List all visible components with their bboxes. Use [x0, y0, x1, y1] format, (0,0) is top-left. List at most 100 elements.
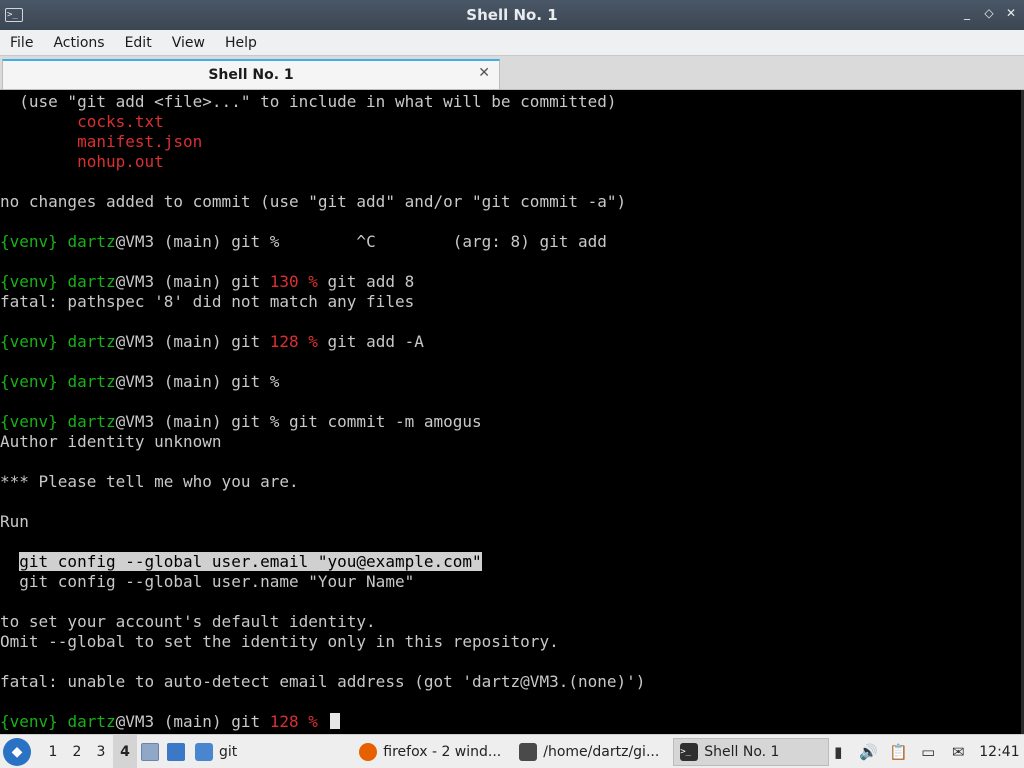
terminal-text: 128 %: [269, 712, 318, 731]
terminal-text: git config --global user.email "you@exam…: [19, 552, 482, 571]
terminal-text: 130 %: [269, 272, 318, 291]
terminal-text: dartz: [67, 332, 116, 351]
terminal-line: {venv} dartz@VM3 (main) git % ^C (arg: 8…: [0, 232, 1021, 252]
window-titlebar: >_ Shell No. 1 _ ◇ ✕: [0, 0, 1024, 30]
media-icon[interactable]: ▮: [829, 743, 847, 761]
menu-bar: File Actions Edit View Help: [0, 30, 1024, 56]
terminal-text: @VM3 (main) git: [115, 272, 270, 291]
terminal-line: {venv} dartz@VM3 (main) git % git commit…: [0, 412, 1021, 432]
task-shell-label: Shell No. 1: [704, 743, 780, 760]
terminal-line: Omit --global to set the identity only i…: [0, 632, 1021, 652]
terminal-line: Run: [0, 512, 1021, 532]
terminal-text: 128 %: [269, 332, 318, 351]
terminal-line: manifest.json: [0, 132, 1021, 152]
terminal-text: cocks.txt: [77, 112, 164, 131]
terminal-text: dartz: [67, 372, 116, 391]
folder-icon: [195, 742, 213, 761]
terminal-line: to set your account's default identity.: [0, 612, 1021, 632]
menu-actions[interactable]: Actions: [43, 35, 114, 51]
desktop-icon[interactable]: [167, 742, 185, 761]
editor-icon: [519, 742, 538, 761]
terminal-line: Author identity unknown: [0, 432, 1021, 452]
quick-folder-git[interactable]: git: [189, 738, 243, 766]
terminal-line: {venv} dartz@VM3 (main) git 128 %: [0, 712, 1021, 732]
terminal-text: {venv}: [0, 332, 68, 351]
menu-view[interactable]: View: [162, 35, 215, 51]
terminal-line: fatal: unable to auto-detect email addre…: [0, 672, 1021, 692]
menu-edit[interactable]: Edit: [115, 35, 162, 51]
clock: 12:41: [979, 743, 1020, 760]
terminal-text: {venv}: [0, 232, 68, 251]
file-manager-icon[interactable]: [141, 742, 159, 761]
terminal-text: {venv}: [0, 372, 68, 391]
terminal-text: fatal: pathspec '8' did not match any fi…: [0, 292, 415, 311]
start-menu-icon[interactable]: ◆: [3, 737, 31, 766]
terminal-text: dartz: [67, 712, 116, 731]
terminal-text: @VM3 (main) git: [115, 712, 270, 731]
terminal-text: dartz: [67, 272, 116, 291]
tab-shell-1[interactable]: Shell No. 1 ✕: [2, 59, 500, 89]
window-title: Shell No. 1: [466, 6, 558, 24]
terminal-text: @VM3 (main) git % git commit -m amogus: [115, 412, 482, 431]
terminal-text: {venv}: [0, 712, 68, 731]
terminal-text: *** Please tell me who you are.: [0, 472, 299, 491]
terminal-text: git config --global user.name "Your Name…: [0, 572, 415, 591]
terminal-line: {venv} dartz@VM3 (main) git 130 % git ad…: [0, 272, 1021, 292]
terminal-text: no changes added to commit (use "git add…: [0, 192, 627, 211]
close-window-button[interactable]: ✕: [1004, 6, 1018, 20]
terminal-text: Run: [0, 512, 29, 531]
network-icon[interactable]: ▭: [919, 743, 937, 761]
terminal-text: git add 8: [317, 272, 415, 291]
terminal-text: (use "git add <file>..." to include in w…: [0, 92, 617, 111]
terminal-text: {venv}: [0, 412, 68, 431]
task-editor[interactable]: /home/dartz/gi...: [513, 738, 669, 766]
menu-help[interactable]: Help: [215, 35, 267, 51]
task-shell[interactable]: >_ Shell No. 1: [673, 737, 830, 766]
terminal-line: {venv} dartz@VM3 (main) git 128 % git ad…: [0, 332, 1021, 352]
terminal-line: {venv} dartz@VM3 (main) git %: [0, 372, 1021, 392]
tab-bar: Shell No. 1 ✕: [0, 56, 1024, 90]
clipboard-icon[interactable]: 📋: [889, 743, 908, 761]
workspace-4[interactable]: 4: [113, 735, 137, 768]
terminal-text: Omit --global to set the identity only i…: [0, 632, 559, 651]
terminal-text: git add -A: [317, 332, 424, 351]
terminal-text: fatal: unable to auto-detect email addre…: [0, 672, 646, 691]
menu-file[interactable]: File: [0, 35, 43, 51]
task-firefox[interactable]: firefox - 2 wind...: [353, 738, 509, 766]
tab-close-icon[interactable]: ✕: [478, 65, 490, 81]
workspace-3[interactable]: 3: [89, 744, 113, 760]
terminal-text: {venv}: [0, 272, 68, 291]
tab-label: Shell No. 1: [208, 67, 294, 83]
notification-icon[interactable]: ✉: [949, 743, 967, 761]
terminal-cursor: [329, 713, 340, 729]
terminal-line: cocks.txt: [0, 112, 1021, 132]
terminal-text: dartz: [67, 232, 116, 251]
terminal-icon: >_: [680, 742, 699, 761]
terminal-line: git config --global user.name "Your Name…: [0, 572, 1021, 592]
terminal-text: Author identity unknown: [0, 432, 222, 451]
terminal-output[interactable]: (use "git add <file>..." to include in w…: [0, 90, 1024, 734]
workspace-1[interactable]: 1: [41, 744, 65, 760]
terminal-text: to set your account's default identity.: [0, 612, 376, 631]
volume-icon[interactable]: 🔊: [859, 743, 878, 761]
maximize-button[interactable]: ◇: [982, 6, 996, 20]
minimize-button[interactable]: _: [960, 6, 974, 20]
terminal-line: fatal: pathspec '8' did not match any fi…: [0, 292, 1021, 312]
terminal-line: git config --global user.email "you@exam…: [0, 552, 1021, 572]
workspace-2[interactable]: 2: [65, 744, 89, 760]
firefox-icon: [359, 742, 378, 761]
task-editor-label: /home/dartz/gi...: [543, 743, 660, 760]
taskbar: ◆ 1 2 3 4 git firefox - 2 wind... /home/…: [0, 734, 1024, 768]
